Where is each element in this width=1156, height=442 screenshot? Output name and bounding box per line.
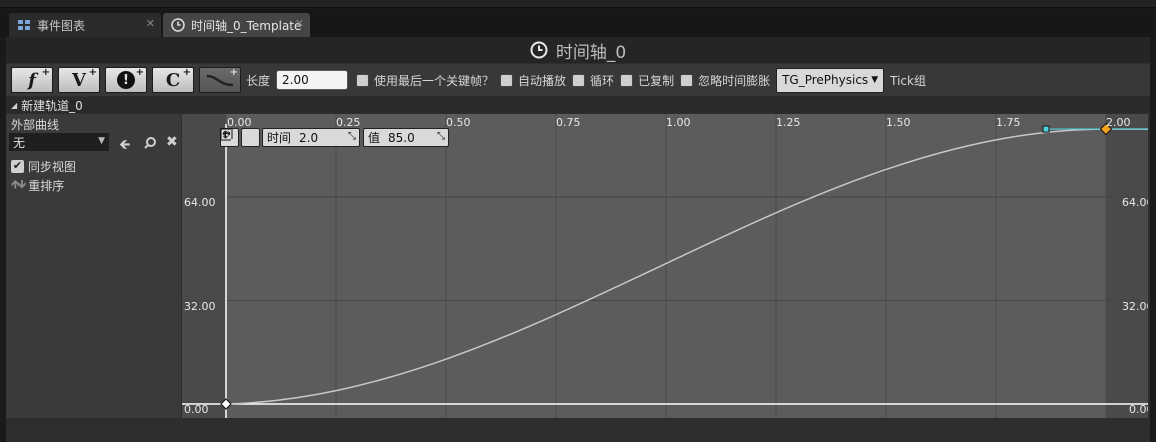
up-down-arrows-icon[interactable]: 🡹🡻 bbox=[11, 175, 26, 196]
y-tick-label-left: 64.00 bbox=[184, 196, 216, 209]
replicated-label: 已复制 bbox=[638, 73, 675, 88]
x-tick-label: 0.75 bbox=[556, 116, 581, 129]
tick-group-label: Tick组 bbox=[890, 73, 926, 88]
page-title: 时间轴_0 bbox=[555, 42, 627, 63]
browse-search-icon[interactable] bbox=[143, 136, 157, 150]
add-vector-track-button[interactable]: V + bbox=[58, 67, 100, 93]
y-tick-label-right: 64.00 bbox=[1122, 196, 1148, 209]
length-label: 长度 bbox=[246, 73, 271, 88]
color-icon: C bbox=[165, 69, 181, 91]
chevron-down-icon: ▼ bbox=[98, 136, 105, 146]
length-input[interactable] bbox=[276, 70, 349, 90]
key-time-label: 时间 bbox=[267, 131, 292, 145]
tick-group-value: TG_PrePhysics bbox=[782, 73, 869, 87]
function-icon: f bbox=[28, 69, 36, 91]
plus-icon: + bbox=[41, 67, 50, 78]
curve-graph[interactable]: 0.00 0.25 0.50 0.75 1.00 1.25 1.50 1.75 … bbox=[182, 114, 1148, 418]
plus-icon: + bbox=[182, 67, 191, 78]
chevron-down-icon: ▼ bbox=[871, 75, 879, 85]
replicated-checkbox[interactable] bbox=[620, 73, 634, 87]
sync-view-toggle[interactable]: ✔ 同步视图 bbox=[11, 158, 76, 175]
collapse-triangle-icon[interactable]: ◢ bbox=[11, 101, 17, 110]
ignore-time-dilation-checkbox[interactable] bbox=[680, 73, 694, 87]
key-time-value: 2.0 bbox=[299, 130, 319, 145]
curve-canvas[interactable] bbox=[182, 114, 1148, 418]
loop-checkbox[interactable] bbox=[572, 73, 586, 87]
key-time-field[interactable]: 时间 2.0 ⤡ bbox=[262, 128, 360, 147]
track-options-panel: 外部曲线 无 ▼ 🡸 ✖ ✔ 同步视图 🡹🡻 重排序 bbox=[6, 114, 181, 418]
use-last-keyframe-checkbox[interactable] bbox=[356, 73, 370, 87]
add-color-track-button[interactable]: C + bbox=[152, 67, 194, 93]
loop-label: 循环 bbox=[590, 73, 615, 88]
track-name: 新建轨道_0 bbox=[21, 98, 83, 113]
key-value-label: 值 bbox=[368, 131, 381, 145]
y-tick-label-right: 0.00 bbox=[1129, 403, 1148, 416]
external-curve-dropdown[interactable]: 无 ▼ bbox=[9, 133, 109, 151]
add-event-track-button[interactable]: ! + bbox=[105, 67, 147, 93]
x-tick-label: 1.75 bbox=[996, 116, 1021, 129]
plus-icon: + bbox=[88, 67, 97, 78]
document-tab-strip: 事件图表 ✕ 时间轴_0_Template ✕ bbox=[0, 9, 1156, 37]
expand-arrow-icon: ⤡ bbox=[348, 131, 356, 142]
tick-group-dropdown[interactable]: TG_PrePhysics ▼ bbox=[776, 67, 885, 93]
x-tick-label: 1.50 bbox=[886, 116, 911, 129]
close-icon[interactable]: ✕ bbox=[295, 17, 304, 30]
tab-label: 时间轴_0_Template bbox=[191, 18, 302, 33]
vector-icon: V bbox=[72, 69, 86, 91]
graph-icon bbox=[17, 18, 31, 32]
x-tick-label: 1.25 bbox=[776, 116, 801, 129]
reorder-control[interactable]: 🡹🡻 重排序 bbox=[11, 175, 64, 196]
editor-footer bbox=[6, 418, 1150, 442]
autoplay-label: 自动播放 bbox=[518, 73, 567, 88]
sync-view-label: 同步视图 bbox=[28, 160, 77, 174]
close-icon[interactable]: ✕ bbox=[146, 17, 155, 30]
clock-icon bbox=[171, 18, 185, 32]
expand-arrow-icon: ⤡ bbox=[437, 131, 445, 142]
key-value-value: 85.0 bbox=[388, 130, 415, 145]
clock-icon bbox=[530, 41, 548, 59]
y-tick-label-left: 0.00 bbox=[184, 403, 209, 416]
clear-x-icon[interactable]: ✖ bbox=[166, 134, 178, 150]
menu-bar bbox=[0, 0, 1156, 8]
timeline-editor-panel: 时间轴_0 f+ V+ !+ C+ + 长度 使用最后一个关键帧？ 自动播放 循… bbox=[6, 37, 1150, 442]
tangent-handle bbox=[1042, 125, 1050, 133]
reorder-label: 重排序 bbox=[28, 179, 65, 193]
plus-icon: + bbox=[135, 67, 144, 78]
timeline-toolbar: f+ V+ !+ C+ + 长度 使用最后一个关键帧？ 自动播放 循环 已复制 … bbox=[6, 64, 1150, 96]
y-tick-label-left: 32.00 bbox=[184, 300, 216, 313]
event-icon: ! bbox=[117, 71, 135, 89]
check-icon[interactable]: ✔ bbox=[11, 160, 24, 173]
add-external-curve-button[interactable]: + bbox=[199, 67, 241, 93]
x-tick-label: 2.00 bbox=[1106, 116, 1131, 129]
tab-timeline-template[interactable]: 时间轴_0_Template ✕ bbox=[163, 13, 310, 37]
tab-label: 事件图表 bbox=[37, 18, 86, 33]
y-tick-label-right: 32.00 bbox=[1122, 300, 1148, 313]
key-value-field[interactable]: 值 85.0 ⤡ bbox=[363, 128, 449, 147]
x-tick-label: 1.00 bbox=[666, 116, 691, 129]
add-float-track-button[interactable]: f + bbox=[11, 67, 53, 93]
timeline-title-bar: 时间轴_0 bbox=[6, 37, 1150, 63]
external-curve-value: 无 bbox=[13, 135, 26, 150]
ignore-time-dilation-label: 忽略时间膨胀 bbox=[698, 73, 771, 88]
autoplay-checkbox[interactable] bbox=[500, 73, 514, 87]
zoom-to-fit-vertical-button[interactable] bbox=[220, 128, 260, 147]
tab-event-graph[interactable]: 事件图表 ✕ bbox=[9, 13, 161, 37]
fit-vertical-icon bbox=[220, 128, 231, 141]
key-editor-bar: 时间 2.0 ⤡ 值 85.0 ⤡ bbox=[220, 128, 452, 147]
use-last-keyframe-label: 使用最后一个关键帧？ bbox=[374, 73, 495, 88]
track-header[interactable]: ◢ 新建轨道_0 bbox=[6, 97, 1150, 113]
plus-icon: + bbox=[229, 67, 238, 78]
use-selected-arrow-icon[interactable]: 🡸 bbox=[119, 134, 130, 158]
external-curve-label: 外部曲线 bbox=[11, 118, 60, 132]
